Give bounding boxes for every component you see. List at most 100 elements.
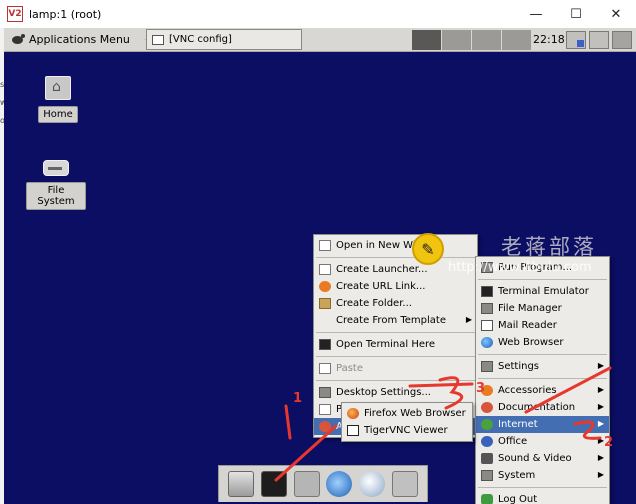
menu-item-office[interactable]: Office ▶ — [476, 433, 609, 450]
menu-item-label: TigerVNC Viewer — [364, 425, 448, 436]
menu-item-label: Office — [498, 436, 528, 447]
blank-icon — [319, 315, 331, 326]
menu-item-desktop-settings[interactable]: Desktop Settings... — [314, 384, 477, 401]
menu-item-firefox-web-browser[interactable]: Firefox Web Browser — [342, 405, 472, 422]
terminal-icon[interactable] — [260, 471, 287, 497]
menu-separator — [478, 354, 607, 355]
logout-icon — [481, 494, 493, 504]
menu-item-sound-video[interactable]: Sound & Video ▶ — [476, 450, 609, 467]
menu-item-settings[interactable]: Settings ▶ — [476, 358, 609, 375]
desktop-icon-home[interactable]: Home — [28, 76, 88, 123]
menu-item-create-folder[interactable]: Create Folder... — [314, 295, 477, 312]
menu-item-open-terminal-here[interactable]: Open Terminal Here — [314, 336, 477, 353]
menu-item-internet[interactable]: Internet ▶ — [476, 416, 609, 433]
window-icon — [152, 34, 164, 45]
menu-item-paste: Paste — [314, 360, 477, 377]
menu-item-open-in-new-window[interactable]: Open in New Window — [314, 237, 477, 254]
menu-item-label: Create URL Link... — [336, 281, 426, 292]
drive-icon — [43, 160, 69, 176]
bottom-dock — [218, 465, 428, 502]
menu-item-label: Internet — [498, 419, 538, 430]
xfce-mouse-icon — [10, 33, 26, 47]
menu-item-label: Open Terminal Here — [336, 339, 436, 350]
submenu-arrow-icon: ▶ — [597, 419, 604, 428]
menu-item-label: Sound & Video — [498, 453, 572, 464]
menu-separator — [316, 380, 475, 381]
menu-separator — [478, 487, 607, 488]
file-manager-icon[interactable] — [293, 471, 320, 497]
properties-icon — [319, 404, 331, 415]
menu-item-mail-reader[interactable]: Mail Reader — [476, 317, 609, 334]
menu-item-create-from-template[interactable]: Create From Template ▶ — [314, 312, 477, 329]
settings-icon — [481, 361, 493, 372]
menu-separator — [316, 356, 475, 357]
desktop-icon-label: Home — [38, 106, 78, 123]
menu-item-web-browser[interactable]: Web Browser — [476, 334, 609, 351]
menu-item-label: Create From Template — [336, 315, 446, 326]
submenu-arrow-icon: ▶ — [597, 436, 604, 445]
menu-item-label: Create Folder... — [336, 298, 412, 309]
window-title: lamp:1 (root) — [29, 7, 102, 21]
system-icon — [481, 470, 493, 481]
submenu-arrow-icon: ▶ — [597, 470, 604, 479]
workspace-2[interactable] — [442, 30, 472, 50]
remote-desktop[interactable]: Applications Menu ✦ [VNC config] 22:18 H… — [4, 28, 636, 504]
window-icon — [319, 240, 331, 251]
taskbar-window-button[interactable]: [VNC config] — [146, 29, 302, 50]
file-manager-icon — [481, 303, 493, 314]
home-folder-icon — [45, 76, 71, 100]
menu-item-label: Mail Reader — [498, 320, 557, 331]
minimize-button[interactable]: — — [516, 0, 556, 28]
menu-item-label: System — [498, 470, 536, 481]
files-icon[interactable] — [391, 471, 418, 497]
tray-handle-icon[interactable] — [612, 31, 632, 49]
menu-item-label: Documentation — [498, 402, 576, 413]
workspace-1[interactable] — [412, 30, 442, 50]
link-icon — [319, 281, 331, 292]
settings-icon — [319, 387, 331, 398]
accessories-icon — [481, 385, 493, 396]
search-icon[interactable] — [358, 471, 385, 497]
internet-icon — [481, 419, 493, 430]
applications-menu-button[interactable]: Applications Menu — [6, 29, 134, 51]
workspace-4[interactable] — [502, 30, 532, 50]
menu-item-label: Log Out — [498, 494, 538, 504]
submenu-arrow-icon: ▶ — [597, 385, 604, 394]
menu-item-label: Settings — [498, 361, 540, 372]
menu-item-label: Web Browser — [498, 337, 564, 348]
screen-icon[interactable] — [589, 31, 609, 49]
web-browser-icon[interactable] — [326, 471, 353, 497]
menu-item-create-url-link[interactable]: Create URL Link... — [314, 278, 477, 295]
menu-item-accessories[interactable]: Accessories ▶ — [476, 382, 609, 399]
desktop-icon-file-system[interactable]: File System — [26, 154, 86, 210]
show-desktop-icon[interactable] — [228, 471, 255, 497]
viewer-title-bar: V2 lamp:1 (root) — ☐ ✕ — [0, 0, 636, 28]
menu-item-documentation[interactable]: Documentation ▶ — [476, 399, 609, 416]
sound-icon — [481, 453, 493, 464]
menu-item-label: Firefox Web Browser — [364, 408, 466, 419]
apps-icon — [319, 421, 331, 432]
menu-item-tigervnc-viewer[interactable]: TigerVNC Viewer — [342, 422, 472, 439]
terminal-icon — [481, 286, 493, 297]
network-icon[interactable] — [566, 31, 586, 49]
workspace-pager[interactable] — [412, 30, 532, 50]
watermark-site-name: 老蒋部落 — [501, 235, 597, 259]
desktop-icon-label: File System — [26, 182, 86, 210]
maximize-button[interactable]: ☐ — [556, 0, 596, 28]
taskbar-window-label: [VNC config] — [169, 34, 232, 45]
menu-separator — [316, 332, 475, 333]
menu-item-system[interactable]: System ▶ — [476, 467, 609, 484]
menu-item-file-manager[interactable]: File Manager — [476, 300, 609, 317]
menu-separator — [478, 279, 607, 280]
panel-clock[interactable]: 22:18 — [533, 33, 565, 46]
top-panel: Applications Menu ✦ [VNC config] 22:18 — [4, 28, 636, 52]
menu-item-label: Create Launcher... — [336, 264, 428, 275]
close-button[interactable]: ✕ — [596, 0, 636, 28]
web-browser-icon — [481, 337, 493, 348]
menu-item-log-out[interactable]: Log Out — [476, 491, 609, 504]
workspace-3[interactable] — [472, 30, 502, 50]
menu-item-terminal-emulator[interactable]: Terminal Emulator — [476, 283, 609, 300]
applications-menu-label: Applications Menu — [29, 33, 130, 46]
applications-submenu: Run Program... Terminal Emulator File Mana… — [475, 256, 610, 504]
menu-item-label: File Manager — [498, 303, 562, 314]
